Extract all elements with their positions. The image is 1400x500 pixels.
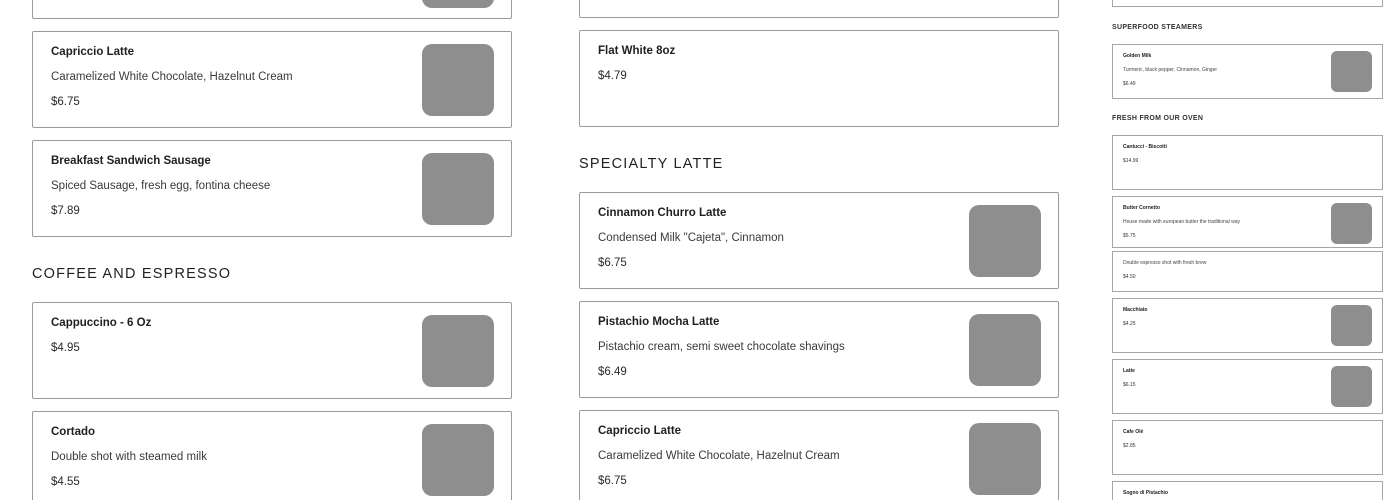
menu-item-description: Caramelized White Chocolate, Hazelnut Cr… (598, 450, 840, 462)
menu-item-double-espresso[interactable]: Double espresso shot with fresh brew $4.… (1112, 251, 1383, 292)
menu-item-image (422, 44, 494, 116)
menu-item-price: $6.75 (598, 257, 627, 269)
menu-item-name: Butter Cornetto (1123, 205, 1160, 211)
menu-item-name: Macchiato (1123, 307, 1148, 313)
menu-item-latte[interactable]: Latte $6.15 (1112, 359, 1383, 414)
menu-item-price: $7.89 (51, 205, 80, 217)
menu-item-price: $4.50 (1123, 274, 1136, 280)
menu-item-image (422, 424, 494, 496)
menu-item-name: Cantucci - Biscotti (1123, 144, 1167, 150)
menu-item-name: Golden Milk (1123, 53, 1152, 59)
menu-item-price: $4.95 (51, 342, 80, 354)
menu-item-name: Cinnamon Churro Latte (598, 207, 727, 219)
menu-item-name: Flat White 8oz (598, 45, 676, 57)
menu-item-image (422, 315, 494, 387)
menu-item-name: Cappuccino - 6 Oz (51, 317, 152, 329)
menu-item-cafe-ole[interactable]: Cafe Olé $2.85 (1112, 420, 1383, 475)
menu-item-sogno-di-pistachio[interactable]: Sogno di Pistachio (1112, 481, 1383, 500)
menu-item-breakfast-sandwich[interactable]: Breakfast Sandwich Sausage Spiced Sausag… (32, 140, 512, 237)
menu-item-price: $6.75 (598, 475, 627, 487)
section-title-specialty-latte: Specialty Latte (579, 156, 724, 172)
menu-item-image (1331, 305, 1372, 346)
menu-item-capriccio-latte[interactable]: Capriccio Latte Caramelized White Chocol… (32, 31, 512, 128)
section-title-superfood-steamers: Superfood Steamers (1112, 24, 1203, 31)
menu-item-name: Capriccio Latte (51, 46, 135, 58)
menu-item-price: $6.49 (1123, 81, 1136, 87)
menu-item-description: Pistachio cream, semi sweet chocolate sh… (598, 341, 845, 353)
menu-item-price: $14.99 (1123, 158, 1139, 164)
menu-item-name: Cortado (51, 426, 96, 438)
menu-item-description: Condensed Milk "Cajeta", Cinnamon (598, 232, 784, 244)
menu-item-pistachio-mocha-latte[interactable]: Pistachio Mocha Latte Pistachio cream, s… (579, 301, 1059, 398)
menu-item-price: $6.49 (598, 366, 627, 378)
menu-item-macchiato[interactable]: Macchiato $4.25 (1112, 298, 1383, 353)
section-title-fresh-from-oven: Fresh from our oven (1112, 115, 1204, 122)
menu-item-image (422, 0, 494, 8)
menu-item-image (1331, 51, 1372, 92)
menu-item-name: Pistachio Mocha Latte (598, 316, 720, 328)
menu-item-name: Cafe Olé (1123, 429, 1144, 435)
menu-item-name: Latte (1123, 368, 1135, 374)
menu-item-card-top-partial[interactable] (1112, 0, 1383, 7)
menu-item-description: Turmeric, black pepper, Cinnamon, Ginger (1123, 67, 1218, 73)
menu-item-price: $6.75 (51, 96, 80, 108)
menu-item-price: $5.75 (1123, 233, 1136, 239)
menu-item-name: Breakfast Sandwich Sausage (51, 155, 211, 167)
menu-item-capriccio-latte[interactable]: Capriccio Latte Caramelized White Chocol… (579, 410, 1059, 500)
menu-item-name: Capriccio Latte (598, 425, 682, 437)
menu-item-card-top-partial[interactable] (32, 0, 512, 19)
menu-item-price: $2.85 (1123, 443, 1136, 449)
menu-item-image (1331, 203, 1372, 244)
menu-item-price: $4.55 (51, 476, 80, 488)
menu-item-price: $4.25 (1123, 321, 1136, 327)
menu-item-cinnamon-churro-latte[interactable]: Cinnamon Churro Latte Condensed Milk "Ca… (579, 192, 1059, 289)
menu-item-description: Caramelized White Chocolate, Hazelnut Cr… (51, 71, 293, 83)
menu-item-description: Double shot with steamed milk (51, 451, 207, 463)
menu-item-image (969, 205, 1041, 277)
menu-item-description: House made with european butter the trad… (1123, 219, 1241, 225)
menu-item-price: $6.15 (1123, 382, 1136, 388)
menu-item-description: Spiced Sausage, fresh egg, fontina chees… (51, 180, 271, 192)
menu-item-cappuccino[interactable]: Cappuccino - 6 Oz $4.95 (32, 302, 512, 399)
menu-item-flat-white[interactable]: Flat White 8oz $4.79 (579, 30, 1059, 127)
menu-item-price: $4.79 (598, 70, 627, 82)
menu-item-cortado[interactable]: Cortado Double shot with steamed milk $4… (32, 411, 512, 500)
menu-item-golden-milk[interactable]: Golden Milk Turmeric, black pepper, Cinn… (1112, 44, 1383, 99)
menu-item-image (969, 423, 1041, 495)
menu-item-butter-cornetto[interactable]: Butter Cornetto House made with european… (1112, 196, 1383, 248)
menu-item-image (1331, 366, 1372, 407)
menu-item-cantucci-biscotti[interactable]: Cantucci - Biscotti $14.99 (1112, 135, 1383, 190)
menu-item-image (969, 314, 1041, 386)
menu-item-description: Double espresso shot with fresh brew (1123, 260, 1207, 266)
menu-item-card-top-partial[interactable] (579, 0, 1059, 18)
menu-item-image (422, 153, 494, 225)
menu-item-name: Sogno di Pistachio (1123, 490, 1169, 496)
section-title-coffee-espresso: Coffee and Espresso (32, 266, 232, 282)
